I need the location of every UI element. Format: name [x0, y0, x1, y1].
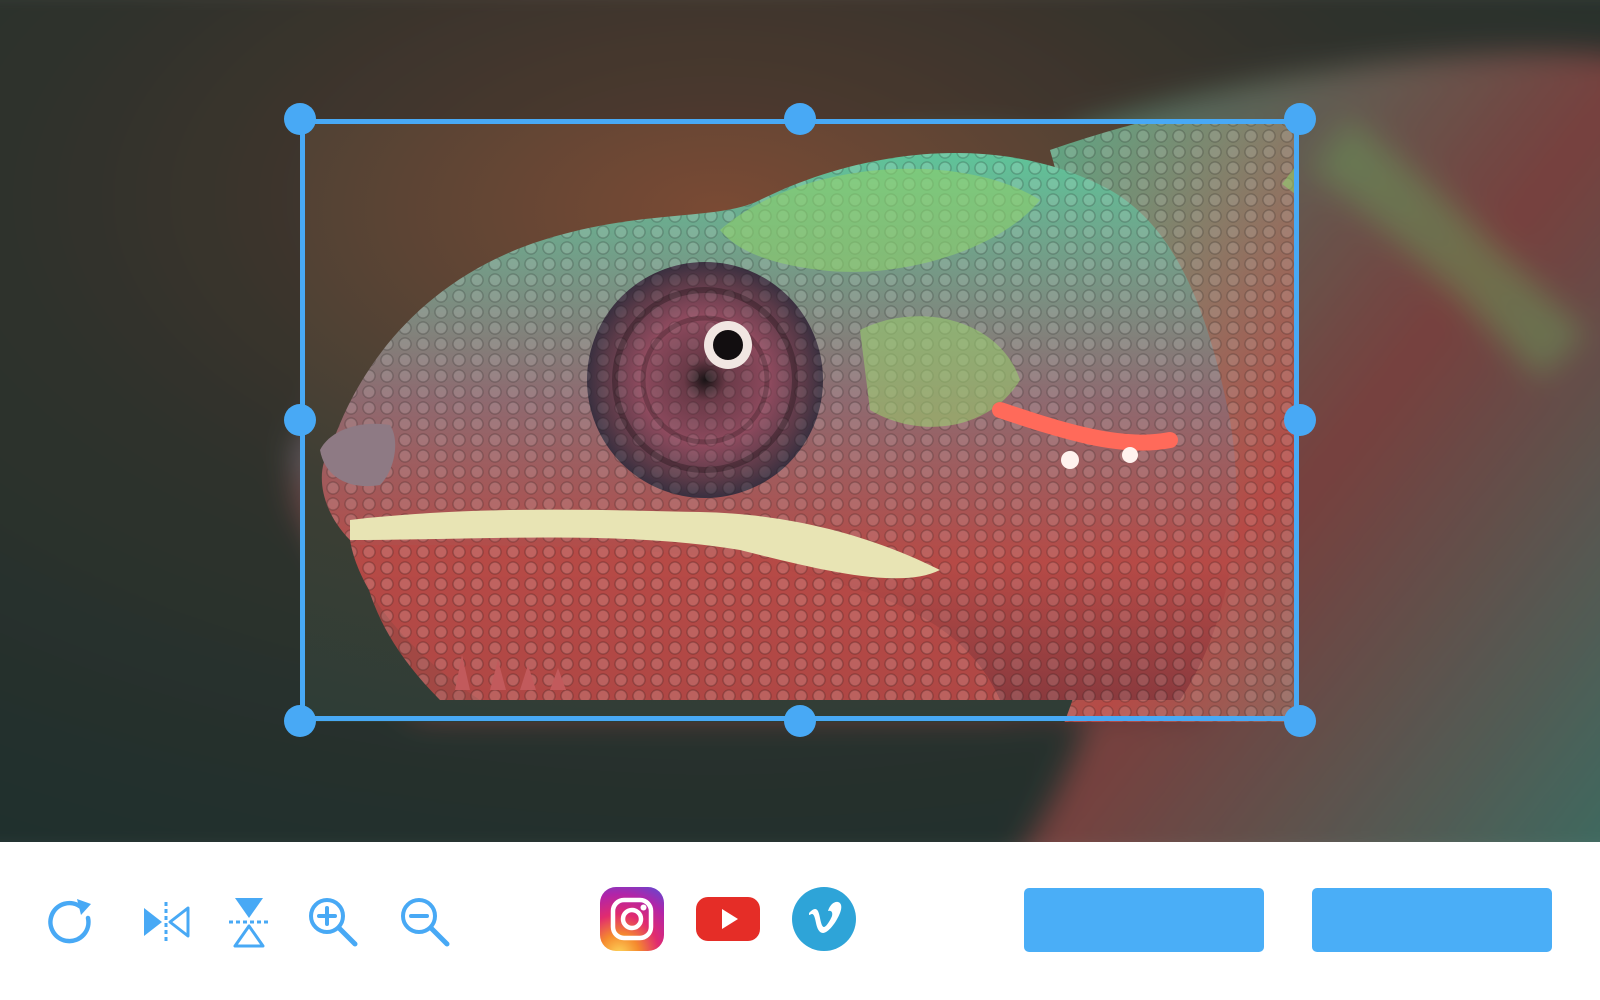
crop-handle-top-left[interactable]: [284, 103, 316, 135]
flip-horizontal-button[interactable]: [136, 892, 196, 952]
crop-handle-right[interactable]: [1284, 404, 1316, 436]
zoom-out-button[interactable]: [395, 892, 455, 952]
crop-frame[interactable]: [300, 119, 1299, 721]
instagram-icon: [600, 887, 664, 951]
zoom-in-button[interactable]: [303, 892, 363, 952]
flip-horizontal-icon: [144, 902, 190, 942]
vimeo-share-button[interactable]: [792, 887, 856, 951]
zoom-out-icon: [401, 898, 450, 947]
crop-handle-bottom-left[interactable]: [284, 705, 316, 737]
rotate-button[interactable]: [41, 892, 101, 952]
crop-handle-left[interactable]: [284, 404, 316, 436]
vimeo-icon: [792, 887, 856, 951]
instagram-share-button[interactable]: [600, 887, 664, 951]
primary-action-button-2[interactable]: [1312, 888, 1552, 952]
youtube-share-button[interactable]: [696, 887, 760, 951]
rotate-icon: [48, 899, 91, 944]
primary-action-button-1[interactable]: [1024, 888, 1264, 952]
image-canvas[interactable]: [0, 0, 1600, 842]
youtube-icon: [696, 897, 760, 941]
zoom-in-icon: [309, 898, 358, 947]
crop-handle-bottom[interactable]: [784, 705, 816, 737]
editor-toolbar: [0, 842, 1600, 1000]
crop-handle-top[interactable]: [784, 103, 816, 135]
flip-vertical-icon: [229, 898, 269, 948]
flip-vertical-button[interactable]: [219, 892, 279, 952]
crop-handle-top-right[interactable]: [1284, 103, 1316, 135]
crop-handle-bottom-right[interactable]: [1284, 705, 1316, 737]
